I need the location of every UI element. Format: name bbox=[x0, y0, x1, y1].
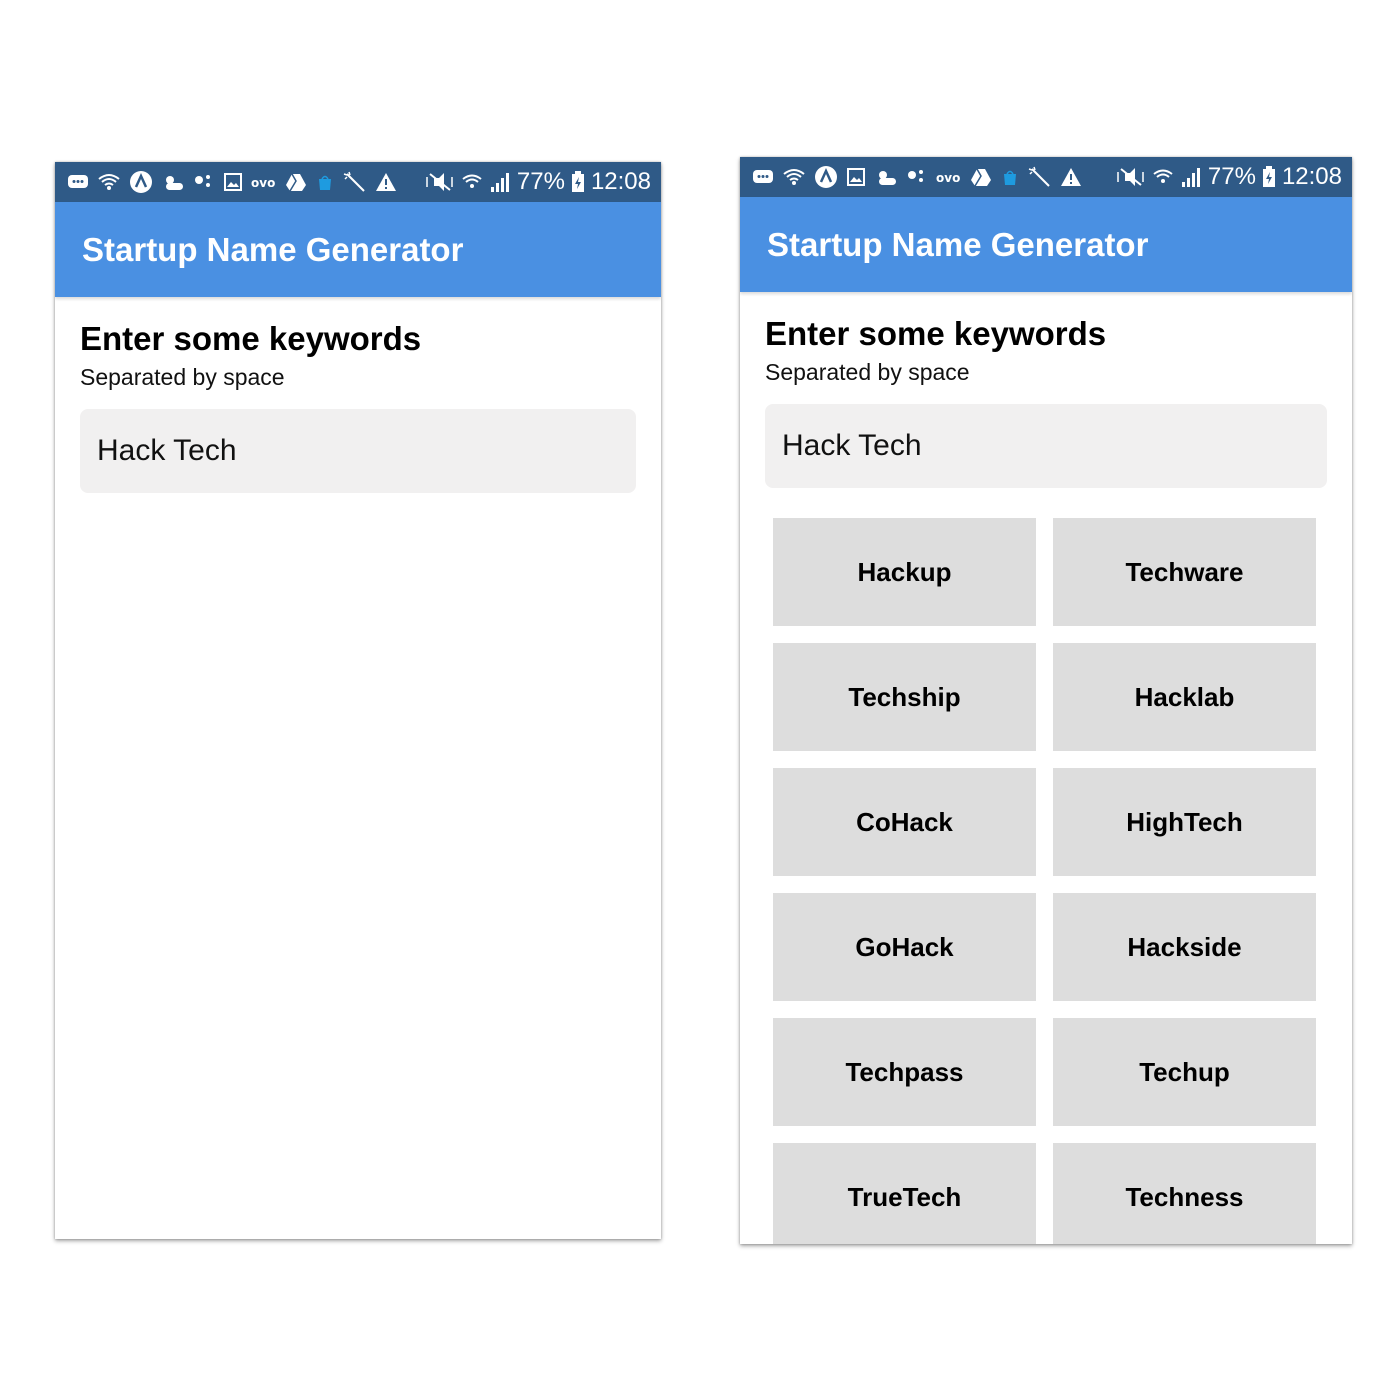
clock: 12:08 bbox=[1281, 163, 1342, 190]
wifi-calling-icon bbox=[1153, 169, 1173, 183]
dots-icon bbox=[908, 170, 923, 182]
ovo-icon: ovo bbox=[936, 171, 960, 184]
clock: 12:08 bbox=[590, 168, 651, 195]
status-right: 77% 12:08 bbox=[425, 168, 651, 196]
keywords-hint: Separated by space bbox=[765, 359, 970, 385]
result-card[interactable]: GoHack bbox=[773, 893, 1036, 1001]
keywords-input[interactable]: Hack Tech bbox=[80, 409, 636, 493]
drive-icon bbox=[971, 168, 991, 187]
status-bar: ovo 77% 12:08 bbox=[55, 162, 661, 202]
ovo-icon: ovo bbox=[251, 176, 275, 189]
result-card[interactable]: Hackside bbox=[1053, 893, 1316, 1001]
content-area: Enter some keywords Separated by space H… bbox=[740, 292, 1352, 1244]
battery-percent: 77% bbox=[1207, 163, 1256, 190]
app-bar: Startup Name Generator bbox=[740, 197, 1352, 292]
notification-icons: ovo bbox=[67, 170, 397, 194]
magic-wand-icon bbox=[1028, 166, 1050, 187]
battery-charging-icon bbox=[571, 171, 584, 192]
status-bar: ovo 77% 12:08 bbox=[740, 157, 1352, 197]
app-title: Startup Name Generator bbox=[767, 225, 1149, 263]
image-icon bbox=[847, 168, 865, 186]
result-card[interactable]: CoHack bbox=[773, 768, 1036, 876]
signal-icon bbox=[490, 173, 509, 192]
notification-icons: ovo bbox=[752, 165, 1082, 189]
phone-screen-after: ovo 77% 12:08 Startup Name Generator Ent… bbox=[740, 157, 1352, 1244]
result-card[interactable]: HighTech bbox=[1053, 768, 1316, 876]
result-card[interactable]: Techpass bbox=[773, 1018, 1036, 1126]
wifi-icon bbox=[783, 169, 805, 185]
result-card[interactable]: Techness bbox=[1053, 1143, 1316, 1244]
content-area: Enter some keywords Separated by space H… bbox=[55, 297, 661, 493]
weather-icon bbox=[879, 171, 896, 185]
image-icon bbox=[224, 173, 242, 191]
warning-icon bbox=[1061, 168, 1081, 186]
result-card[interactable]: Techup bbox=[1053, 1018, 1316, 1126]
keywords-heading: Enter some keywords bbox=[765, 315, 1107, 352]
keywords-heading: Enter some keywords bbox=[80, 320, 422, 357]
keywords-input[interactable]: Hack Tech bbox=[765, 404, 1327, 488]
status-right: 77% 12:08 bbox=[1116, 163, 1342, 191]
svg-text:ovo: ovo bbox=[251, 176, 275, 189]
signal-icon bbox=[1181, 168, 1200, 187]
battery-charging-icon bbox=[1262, 166, 1275, 187]
message-icon bbox=[753, 170, 773, 183]
app-bar: Startup Name Generator bbox=[55, 202, 661, 297]
mute-icon bbox=[1117, 168, 1144, 186]
drive-icon bbox=[286, 173, 306, 192]
keywords-hint: Separated by space bbox=[80, 364, 285, 390]
result-card[interactable]: Techship bbox=[773, 643, 1036, 751]
result-card[interactable]: Hackup bbox=[773, 518, 1036, 626]
results-grid: Hackup Techware Techship Hacklab CoHack … bbox=[765, 518, 1327, 1244]
app-title: Startup Name Generator bbox=[82, 230, 464, 268]
wifi-calling-icon bbox=[462, 174, 482, 188]
result-card[interactable]: TrueTech bbox=[773, 1143, 1036, 1244]
result-card[interactable]: Hacklab bbox=[1053, 643, 1316, 751]
bag-icon bbox=[319, 175, 331, 190]
phone-screen-before: ovo 77% 12:08 Startup Name Generator Ent… bbox=[55, 162, 661, 1239]
mute-icon bbox=[426, 173, 453, 191]
navigation-icon bbox=[815, 166, 837, 188]
bag-icon bbox=[1004, 170, 1016, 185]
magic-wand-icon bbox=[343, 171, 365, 192]
dots-icon bbox=[195, 175, 210, 187]
wifi-icon bbox=[98, 174, 120, 190]
weather-icon bbox=[166, 176, 183, 190]
navigation-icon bbox=[130, 171, 152, 193]
result-card[interactable]: Techware bbox=[1053, 518, 1316, 626]
battery-percent: 77% bbox=[516, 168, 565, 195]
svg-text:ovo: ovo bbox=[936, 171, 960, 184]
warning-icon bbox=[376, 173, 396, 191]
message-icon bbox=[68, 175, 88, 188]
